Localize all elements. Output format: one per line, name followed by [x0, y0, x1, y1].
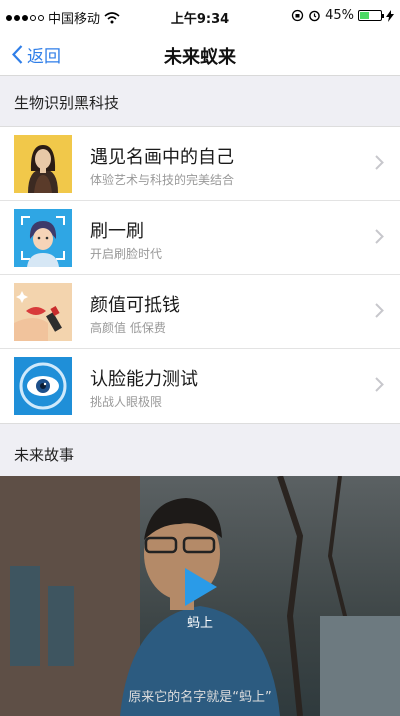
list-item-painting[interactable]: 遇见名画中的自己 体验艺术与科技的完美结合	[0, 127, 400, 201]
orientation-lock-icon	[291, 9, 304, 22]
item-title: 认脸能力测试	[90, 369, 198, 390]
item-subtitle: 开启刷脸时代	[90, 247, 163, 261]
status-right: 45%	[291, 8, 394, 23]
item-title: 颜值可抵钱	[90, 295, 180, 316]
portrait-painting-icon	[14, 135, 72, 193]
item-title: 遇见名画中的自己	[90, 147, 234, 168]
eye-icon	[14, 357, 72, 415]
battery-percent: 45%	[325, 8, 354, 23]
section-header-stories: 未来故事	[14, 446, 75, 464]
video-subtitle: 原来它的名字就是“蚂上”	[128, 690, 272, 705]
list-item-face-test[interactable]: 认脸能力测试 挑战人眼极限	[0, 349, 400, 423]
chevron-right-icon	[375, 303, 384, 318]
lipstick-icon	[14, 283, 72, 341]
play-icon[interactable]	[185, 568, 217, 606]
face-scan-icon	[14, 209, 72, 267]
item-subtitle: 挑战人眼极限	[90, 395, 163, 409]
page-title: 未来蚁来	[164, 47, 236, 68]
battery-icon	[358, 10, 384, 21]
alarm-icon	[309, 10, 320, 22]
status-bar: 中国移动 上午9:34 45%	[0, 0, 400, 32]
feature-list: 遇见名画中的自己 体验艺术与科技的完美结合 刷一刷 开启刷脸时代 颜值可抵钱 高…	[0, 126, 400, 424]
video-play-label: 蚂上	[186, 616, 213, 631]
item-subtitle: 体验艺术与科技的完美结合	[90, 173, 235, 187]
navigation-bar: 返回 未来蚁来	[0, 32, 400, 76]
chevron-right-icon	[375, 229, 384, 244]
item-title: 刷一刷	[90, 221, 144, 242]
chevron-right-icon	[375, 377, 384, 392]
item-subtitle: 高颜值 低保费	[90, 321, 166, 335]
charging-icon	[386, 9, 394, 22]
battery-fill	[360, 12, 369, 19]
list-item-beauty[interactable]: 颜值可抵钱 高颜值 低保费	[0, 275, 400, 349]
list-item-face-scan[interactable]: 刷一刷 开启刷脸时代	[0, 201, 400, 275]
chevron-right-icon	[375, 155, 384, 170]
section-header-biometrics: 生物识别黑科技	[14, 94, 120, 112]
